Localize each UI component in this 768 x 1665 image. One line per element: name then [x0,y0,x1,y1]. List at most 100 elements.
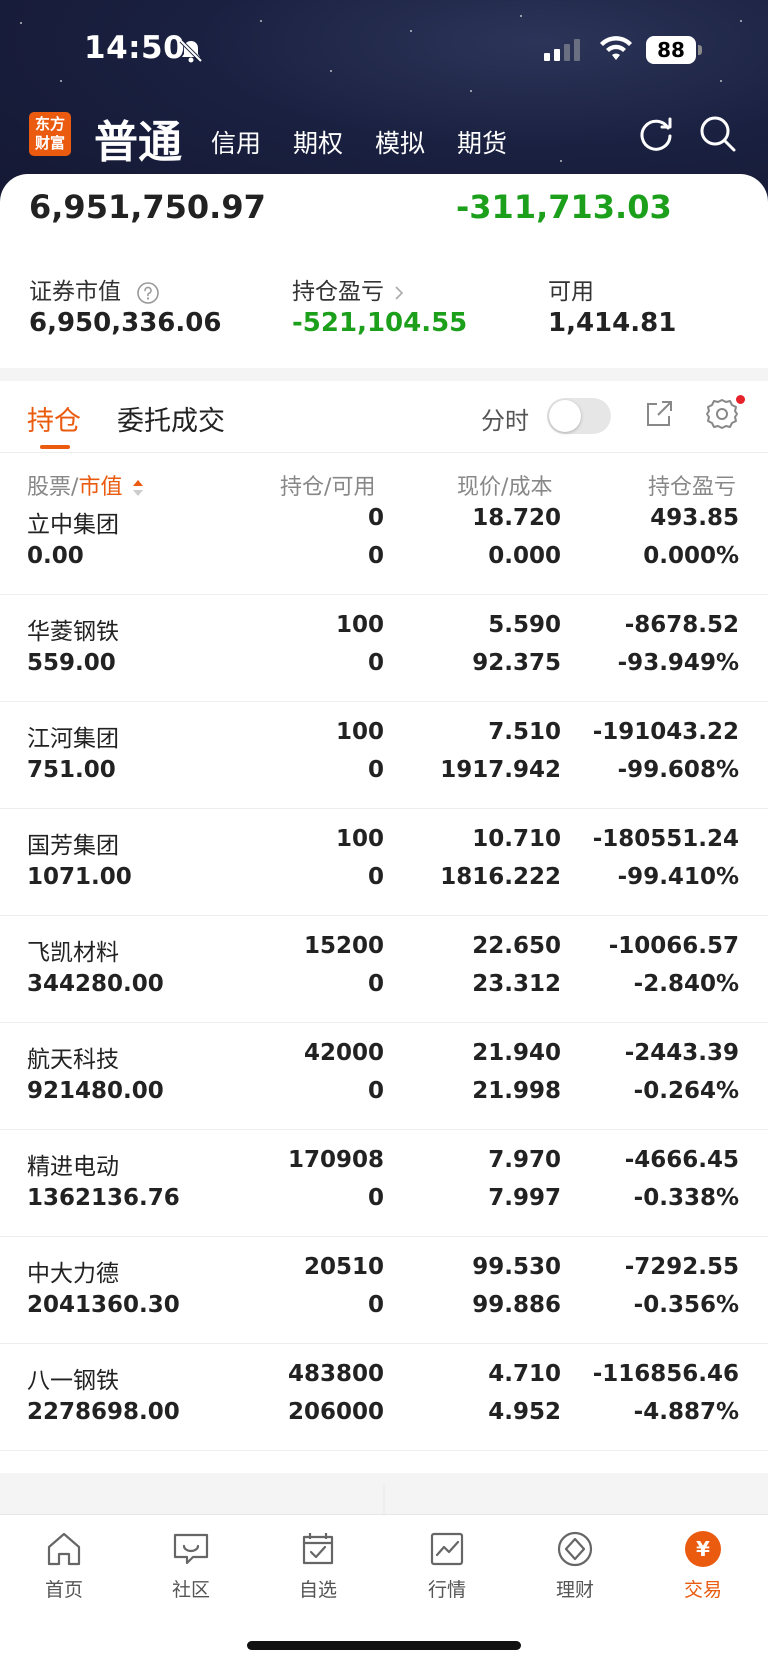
pnl-pct-cell: -0.264% [633,1078,739,1104]
nav-favorites[interactable]: 自选 [273,1529,363,1602]
pnl-pct-cell: -99.410% [617,864,739,890]
available-cell: 0 [367,757,384,783]
market-value-cell: 751.00 [27,757,116,783]
available-cell: 0 [367,1185,384,1211]
status-time: 14:50 [84,30,186,66]
cost-cell: 21.998 [472,1078,561,1104]
stock-name: 立中集团 [27,512,119,538]
table-row[interactable]: 八一钢铁 2278698.00 483800 206000 4.710 4.952 -116… [0,1344,768,1451]
active-tab-indicator [40,445,70,449]
refresh-icon[interactable] [636,114,676,154]
tab-credit[interactable]: 信用 [211,124,261,160]
gear-icon[interactable] [705,397,739,431]
available-cell: 0 [367,1078,384,1104]
chevron-right-icon [395,285,404,300]
nav-trade-label: 交易 [683,1579,722,1601]
trade-page: 14:50 88 东方 财富 普通 信用 期权 模拟 期货 6,951,750.… [0,0,768,1665]
tab-futures[interactable]: 期货 [457,124,507,160]
wifi-icon [600,36,632,60]
market-value-cell: 1362136.76 [27,1185,180,1211]
position-pnl-label-text: 持仓盈亏 [292,279,384,305]
pnl-cell: -8678.52 [624,612,739,638]
nav-favorites-label: 自选 [298,1579,337,1601]
nav-community[interactable]: 社区 [146,1529,236,1602]
table-row[interactable]: 江河集团 751.00 100 0 7.510 1917.942 -191043.22 -99… [0,702,768,809]
nav-home[interactable]: 首页 [19,1529,109,1602]
total-pnl: -311,713.03 [456,188,672,226]
table-row[interactable]: 精进电动 1362136.76 170908 0 7.970 7.997 -4666.45 -… [0,1130,768,1237]
home-indicator [247,1641,521,1650]
nav-market-label: 行情 [427,1579,466,1601]
available-cell: 0 [367,650,384,676]
cost-cell: 0.000 [488,543,561,569]
market-value-cell: 2041360.30 [27,1292,180,1318]
wealth-icon [557,1531,593,1567]
stock-name: 国芳集团 [27,833,119,859]
pnl-cell: -116856.46 [592,1361,739,1387]
stock-name: 飞凯材料 [27,940,119,966]
tab-normal[interactable]: 普通 [94,106,182,170]
position-cell: 0 [367,505,384,531]
price-cell: 99.530 [472,1254,561,1280]
position-cell: 100 [335,719,384,745]
cost-cell: 99.886 [472,1292,561,1318]
divider [0,452,768,453]
market-value: 6,950,336.06 [29,308,222,338]
table-row[interactable]: 航天科技 921480.00 42000 0 21.940 21.998 -2443.39 -… [0,1023,768,1130]
stock-name: 八一钢铁 [27,1368,119,1394]
pnl-pct-cell: -93.949% [617,650,739,676]
help-icon[interactable] [136,281,160,305]
table-row[interactable]: 华菱钢铁 559.00 100 0 5.590 92.375 -8678.52 -93.949… [0,595,768,702]
fenshi-toggle[interactable] [547,398,611,434]
favorites-icon [302,1533,334,1565]
nav-wealth[interactable]: 理财 [530,1529,620,1602]
position-cell: 20510 [303,1254,384,1280]
trade-icon: ¥ [685,1531,721,1567]
table-row[interactable]: 立中集团 0.00 0 0 18.720 0.000 493.85 0.000% [0,488,768,595]
pnl-cell: -2443.39 [624,1040,739,1066]
pnl-pct-cell: -0.356% [633,1292,739,1318]
pnl-cell: -4666.45 [624,1147,739,1173]
position-pnl-label[interactable]: 持仓盈亏 [292,272,405,306]
nav-market[interactable]: 行情 [402,1529,492,1602]
position-pnl: -521,104.55 [292,308,468,338]
tab-holdings[interactable]: 持仓 [27,399,81,438]
pnl-cell: -191043.22 [592,719,739,745]
market-value-cell: 1071.00 [27,864,132,890]
search-icon[interactable] [698,114,738,154]
share-icon[interactable] [643,398,675,430]
price-cell: 4.710 [488,1361,561,1387]
nav-wealth-label: 理财 [555,1579,594,1601]
pnl-cell: -7292.55 [624,1254,739,1280]
cost-cell: 4.952 [488,1399,561,1425]
market-value-cell: 921480.00 [27,1078,164,1104]
market-value-cell: 0.00 [27,543,84,569]
signal-icon [544,39,580,61]
notification-dot [736,395,745,404]
stock-name: 精进电动 [27,1154,119,1180]
tab-orders-trades[interactable]: 委托成交 [117,399,225,438]
battery-tip [698,45,702,55]
available-cell: 0 [367,864,384,890]
position-cell: 100 [335,826,384,852]
table-row[interactable]: 国芳集团 1071.00 100 0 10.710 1816.222 -180551.24 -… [0,809,768,916]
available-label: 可用 [548,279,594,305]
table-row[interactable]: 飞凯材料 344280.00 15200 0 22.650 23.312 -10066.57… [0,916,768,1023]
price-cell: 10.710 [472,826,561,852]
pnl-pct-cell: -99.608% [617,757,739,783]
table-row[interactable]: 中大力德 2041360.30 20510 0 99.530 99.886 -7292.55… [0,1237,768,1344]
tab-simulate[interactable]: 模拟 [375,124,425,160]
home-icon [47,1532,81,1566]
nav-trade[interactable]: ¥ 交易 [658,1529,748,1602]
market-icon [430,1532,464,1566]
pnl-pct-cell: -2.840% [633,971,739,997]
available-cell: 206000 [287,1399,384,1425]
pnl-cell: -180551.24 [592,826,739,852]
market-value-label: 证券市值 [29,272,160,306]
tab-options[interactable]: 期权 [293,124,343,160]
stock-name: 江河集团 [27,726,119,752]
cost-cell: 1917.942 [440,757,561,783]
pnl-pct-cell: -4.887% [633,1399,739,1425]
logo-line-1: 东方 [34,115,65,133]
holdings-panel: 持仓 委托成交 分时 股票/市值 持仓/可用 现价/成本 持仓盈亏 立中集团 0… [0,381,768,1515]
